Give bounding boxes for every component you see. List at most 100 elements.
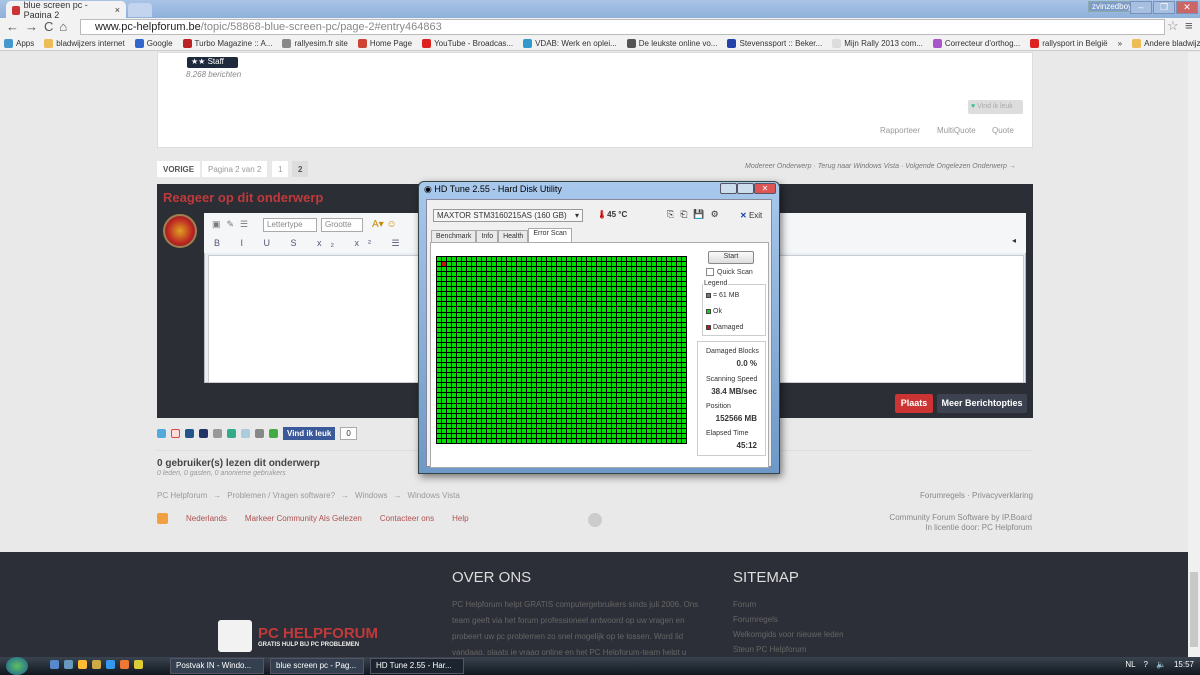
stumbleupon-icon[interactable] <box>227 429 236 438</box>
multiquote-link[interactable]: MultiQuote <box>937 126 976 135</box>
tab-info[interactable]: Info <box>476 230 499 242</box>
page-1-link[interactable]: 1 <box>272 161 289 177</box>
chrome-icon[interactable] <box>134 660 143 669</box>
report-link[interactable]: Rapporteer <box>880 126 920 135</box>
ie-icon[interactable] <box>106 660 115 669</box>
browser-tab[interactable]: blue screen pc - Pagina 2 × <box>6 0 126 20</box>
download-icon[interactable] <box>269 429 278 438</box>
taskbar-item-chrome[interactable]: blue screen pc - Pag... <box>270 658 364 674</box>
back-to-top-icon[interactable] <box>588 513 602 527</box>
twitter-icon[interactable] <box>157 429 166 438</box>
home-icon[interactable]: ⌂ <box>59 19 73 34</box>
new-tab-button[interactable] <box>128 3 152 17</box>
hd-maximize-button[interactable] <box>737 183 754 194</box>
taskbar-item-hdtune[interactable]: HD Tune 2.55 - Har... <box>370 658 464 674</box>
bookmark[interactable]: bladwijzers internet <box>44 37 125 49</box>
back-icon[interactable]: ← <box>6 19 25 34</box>
copy-icon[interactable]: ⎘ <box>667 209 674 220</box>
taskbar-item-mail[interactable]: Postvak IN - Windo... <box>170 658 264 674</box>
start-orb-icon[interactable] <box>6 657 28 675</box>
bookmark[interactable]: Google <box>134 37 173 49</box>
print-icon[interactable] <box>255 429 264 438</box>
more-bookmarks[interactable]: » <box>1118 37 1122 49</box>
contact-link[interactable]: Contacteer ons <box>380 514 434 523</box>
editor-tool-icons[interactable]: ▣✎☰ <box>212 219 254 230</box>
topic-nav-links[interactable]: Modereer Onderwerp · Terug naar Windows … <box>745 163 1016 170</box>
scrollbar-thumb[interactable] <box>1190 572 1198 647</box>
address-bar[interactable]: www.pc-helpforum.be/topic/58868-blue-scr… <box>80 19 1165 35</box>
font-select[interactable]: Lettertype <box>263 218 317 232</box>
delicious-icon[interactable] <box>199 429 208 438</box>
breadcrumb-link[interactable]: Problemen / Vragen software? <box>227 491 335 500</box>
help-link[interactable]: Help <box>452 514 468 523</box>
media-icon[interactable] <box>78 660 87 669</box>
sitemap-link[interactable]: Forum <box>733 597 844 612</box>
rules-privacy-links[interactable]: Forumregels · Privacyverklaring <box>920 491 1033 500</box>
mark-read-link[interactable]: Markeer Community Als Gelezen <box>245 514 362 523</box>
sitemap-link[interactable]: Welkomgids voor nieuwe leden <box>733 627 844 642</box>
rss-icon[interactable] <box>157 513 168 524</box>
color-smiley-icons[interactable]: A▾ ☺ <box>372 219 397 230</box>
desktop-icon[interactable] <box>50 660 59 669</box>
bookmark[interactable]: Stevenssport :: Beker... <box>727 37 822 49</box>
post-button[interactable]: Plaats <box>895 394 933 413</box>
switch-icon[interactable] <box>64 660 73 669</box>
quick-scan-checkbox[interactable]: Quick Scan <box>706 268 753 276</box>
breadcrumb-link[interactable]: Windows Vista <box>407 491 459 500</box>
language-indicator[interactable]: NL <box>1125 660 1135 669</box>
reload-icon[interactable]: C <box>44 19 59 34</box>
digg-icon[interactable] <box>185 429 194 438</box>
bookmark[interactable]: VDAB: Werk en oplei... <box>523 37 617 49</box>
bookmark[interactable]: Apps <box>4 37 34 49</box>
hd-close-button[interactable]: ✕ <box>754 183 776 194</box>
site-logo[interactable]: PC HELPFORUM GRATIS HULP BIJ PC PROBLEMEN <box>218 620 378 652</box>
breadcrumb-link[interactable]: PC Helpforum <box>157 491 207 500</box>
start-button[interactable]: Start <box>708 251 754 264</box>
help-icon[interactable]: ? <box>1144 660 1148 669</box>
sitemap-link[interactable]: Forumregels <box>733 612 844 627</box>
facebook-like-button[interactable]: Vind ik leuk <box>283 427 336 440</box>
forward-icon[interactable]: → <box>25 19 44 34</box>
language-link[interactable]: Nederlands <box>186 514 227 523</box>
hd-minimize-button[interactable] <box>720 183 737 194</box>
bookmark[interactable]: Home Page <box>357 37 412 49</box>
bookmark[interactable]: rallyesim.fr site <box>282 37 348 49</box>
close-button[interactable]: ✕ <box>1176 1 1198 14</box>
sitemap-link[interactable]: Steun PC Helpforum <box>733 642 844 657</box>
email-icon[interactable] <box>241 429 250 438</box>
page-scrollbar[interactable] <box>1188 52 1200 657</box>
tab-error-scan[interactable]: Error Scan <box>528 228 572 242</box>
volume-icon[interactable]: 🔈 <box>1156 660 1166 669</box>
exit-button[interactable]: ✕ Exit <box>740 211 762 220</box>
collapse-icon[interactable]: ◂ <box>1012 236 1016 245</box>
quote-link[interactable]: Quote <box>992 126 1014 135</box>
gplus-icon[interactable] <box>171 429 180 438</box>
firefox-icon[interactable] <box>120 660 129 669</box>
bookmark[interactable]: Mijn Rally 2013 com... <box>832 37 923 49</box>
minimize-button[interactable]: – <box>1130 1 1152 14</box>
more-options-button[interactable]: Meer Berichtopties <box>937 394 1027 413</box>
bookmark[interactable]: Correcteur d'orthog... <box>932 37 1020 49</box>
save-icon[interactable]: 💾 <box>693 209 704 220</box>
copy-all-icon[interactable]: ⎗ <box>680 209 687 220</box>
size-select[interactable]: Grootte <box>321 218 363 232</box>
options-icon[interactable]: ⚙ <box>711 209 719 220</box>
prev-page-button[interactable]: VORIGE <box>157 161 201 177</box>
drive-select[interactable]: MAXTOR STM3160215AS (160 GB) ▾ <box>433 209 583 222</box>
bookmark[interactable]: Turbo Magazine :: A... <box>182 37 272 49</box>
tab-close-icon[interactable]: × <box>115 5 120 15</box>
breadcrumb-link[interactable]: Windows <box>355 491 387 500</box>
bookmark[interactable]: YouTube - Broadcas... <box>422 37 513 49</box>
clock[interactable]: 15:57 <box>1174 660 1194 669</box>
bookmark[interactable]: De leukste online vo... <box>626 37 717 49</box>
bookmark[interactable]: rallysport in België <box>1030 37 1108 49</box>
tab-benchmark[interactable]: Benchmark <box>431 230 477 242</box>
tab-health[interactable]: Health <box>498 230 529 242</box>
like-button[interactable]: ♥ Vind ik leuk <box>968 100 1023 114</box>
menu-icon[interactable]: ≡ <box>1185 18 1193 33</box>
maximize-button[interactable]: ❐ <box>1153 1 1175 14</box>
bookmark-folder[interactable]: Andere bladwijzers <box>1132 37 1200 49</box>
bookmark-star-icon[interactable]: ☆ <box>1167 18 1179 34</box>
app-icon[interactable] <box>92 660 101 669</box>
reddit-icon[interactable] <box>213 429 222 438</box>
